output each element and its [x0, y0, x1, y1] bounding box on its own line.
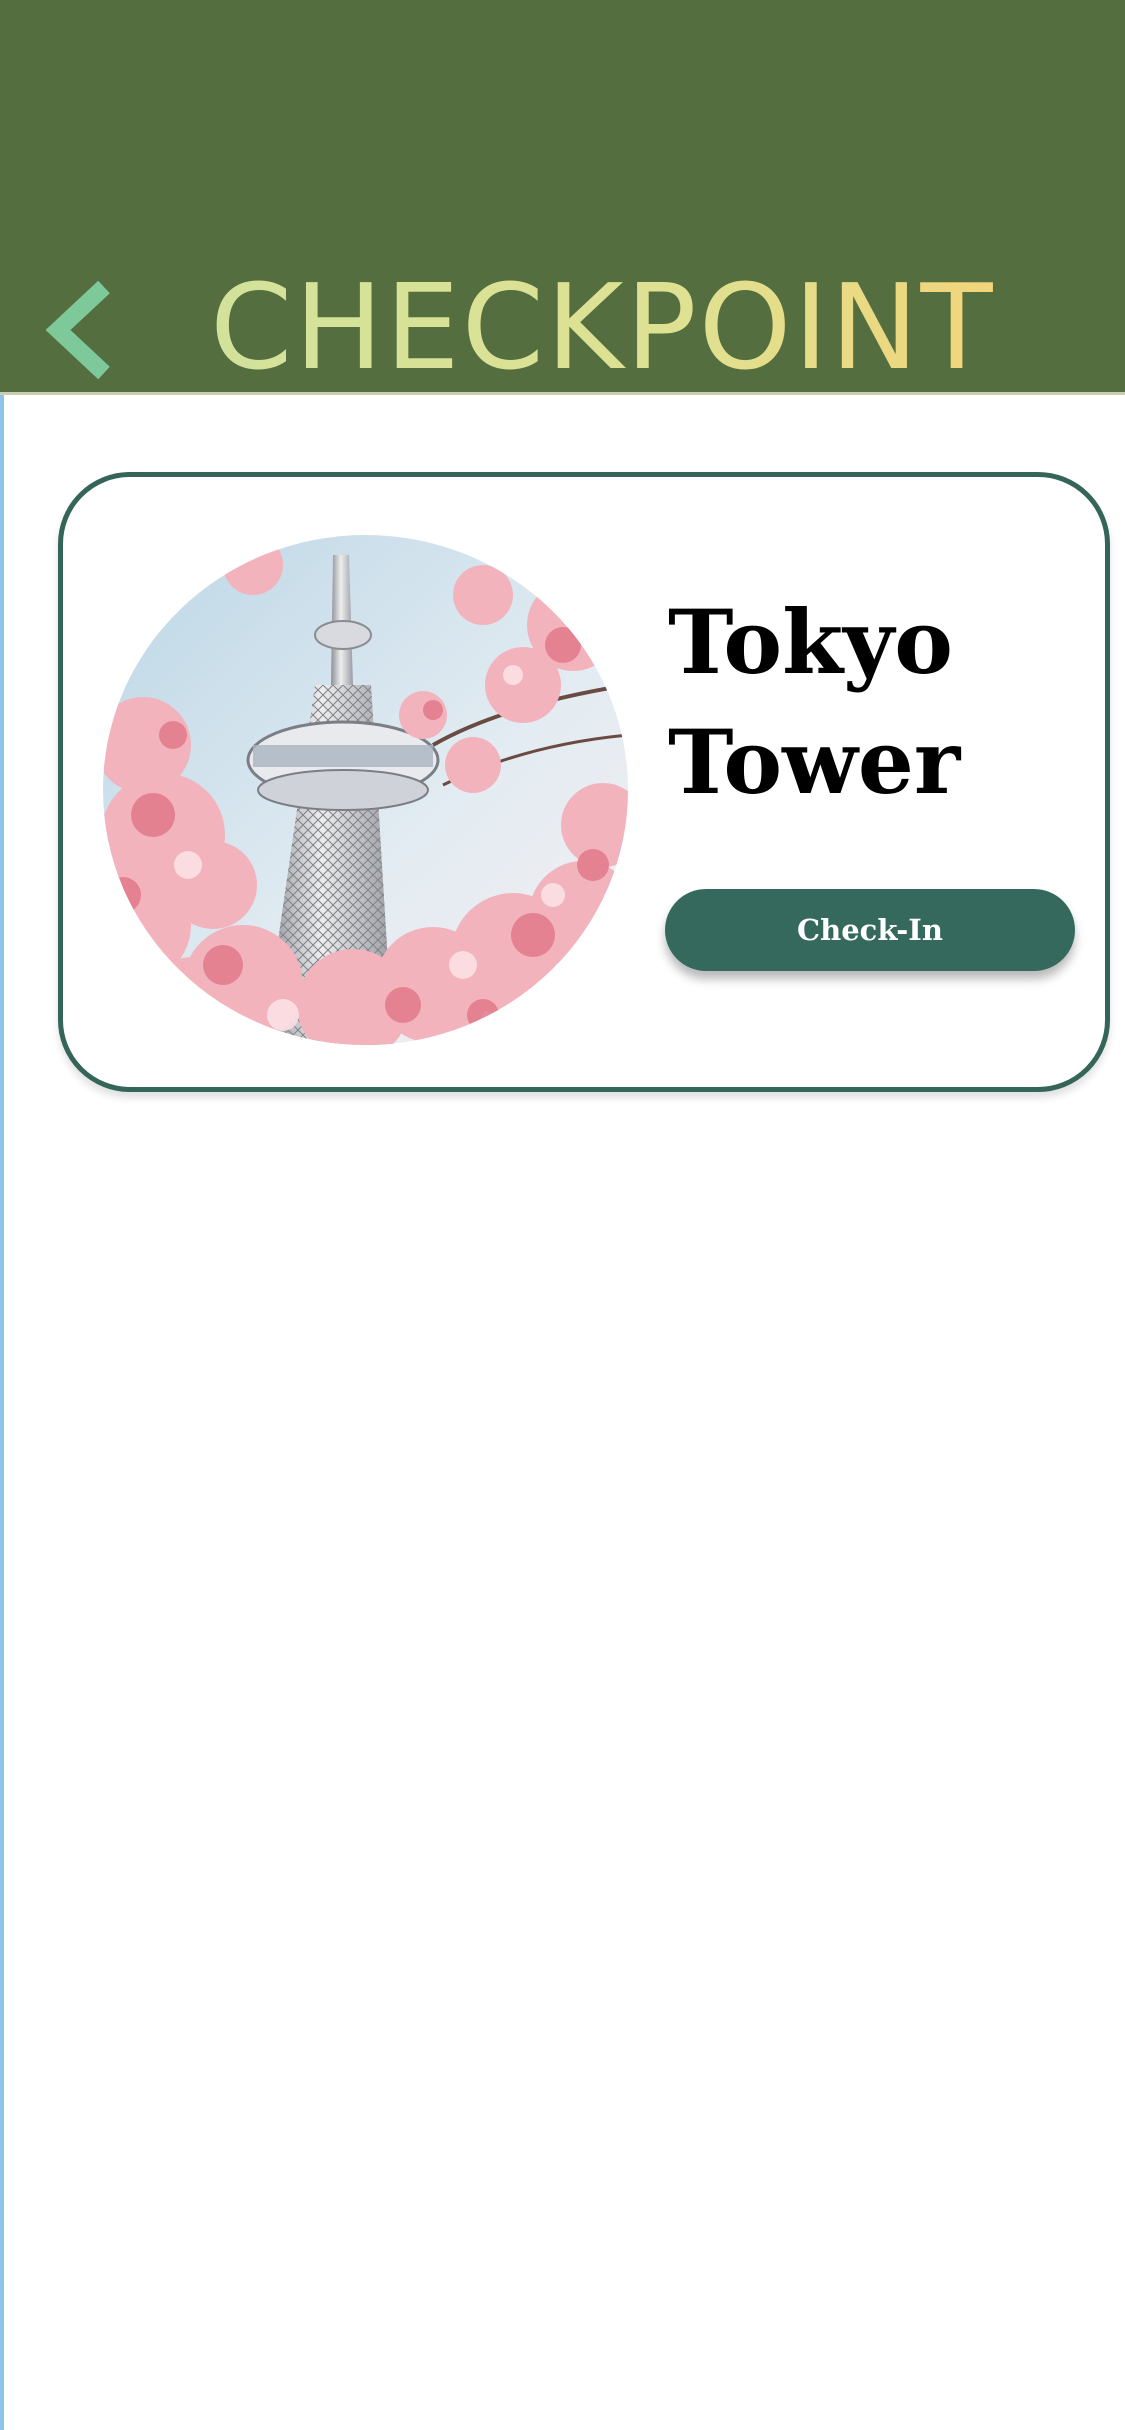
left-edge-stripe	[0, 395, 4, 2430]
checkpoint-name: Tokyo Tower	[668, 590, 961, 814]
app-header: CHECKPOINT	[0, 0, 1125, 392]
header-divider	[0, 392, 1125, 395]
tower-with-cherry-blossoms-photo	[103, 535, 628, 1045]
check-in-button[interactable]: Check-In	[665, 889, 1075, 971]
back-button[interactable]	[30, 270, 130, 390]
checkpoint-card: Tokyo Tower Check-In	[58, 472, 1110, 1092]
chevron-left-icon	[45, 280, 110, 380]
page-title: CHECKPOINT	[210, 258, 995, 392]
